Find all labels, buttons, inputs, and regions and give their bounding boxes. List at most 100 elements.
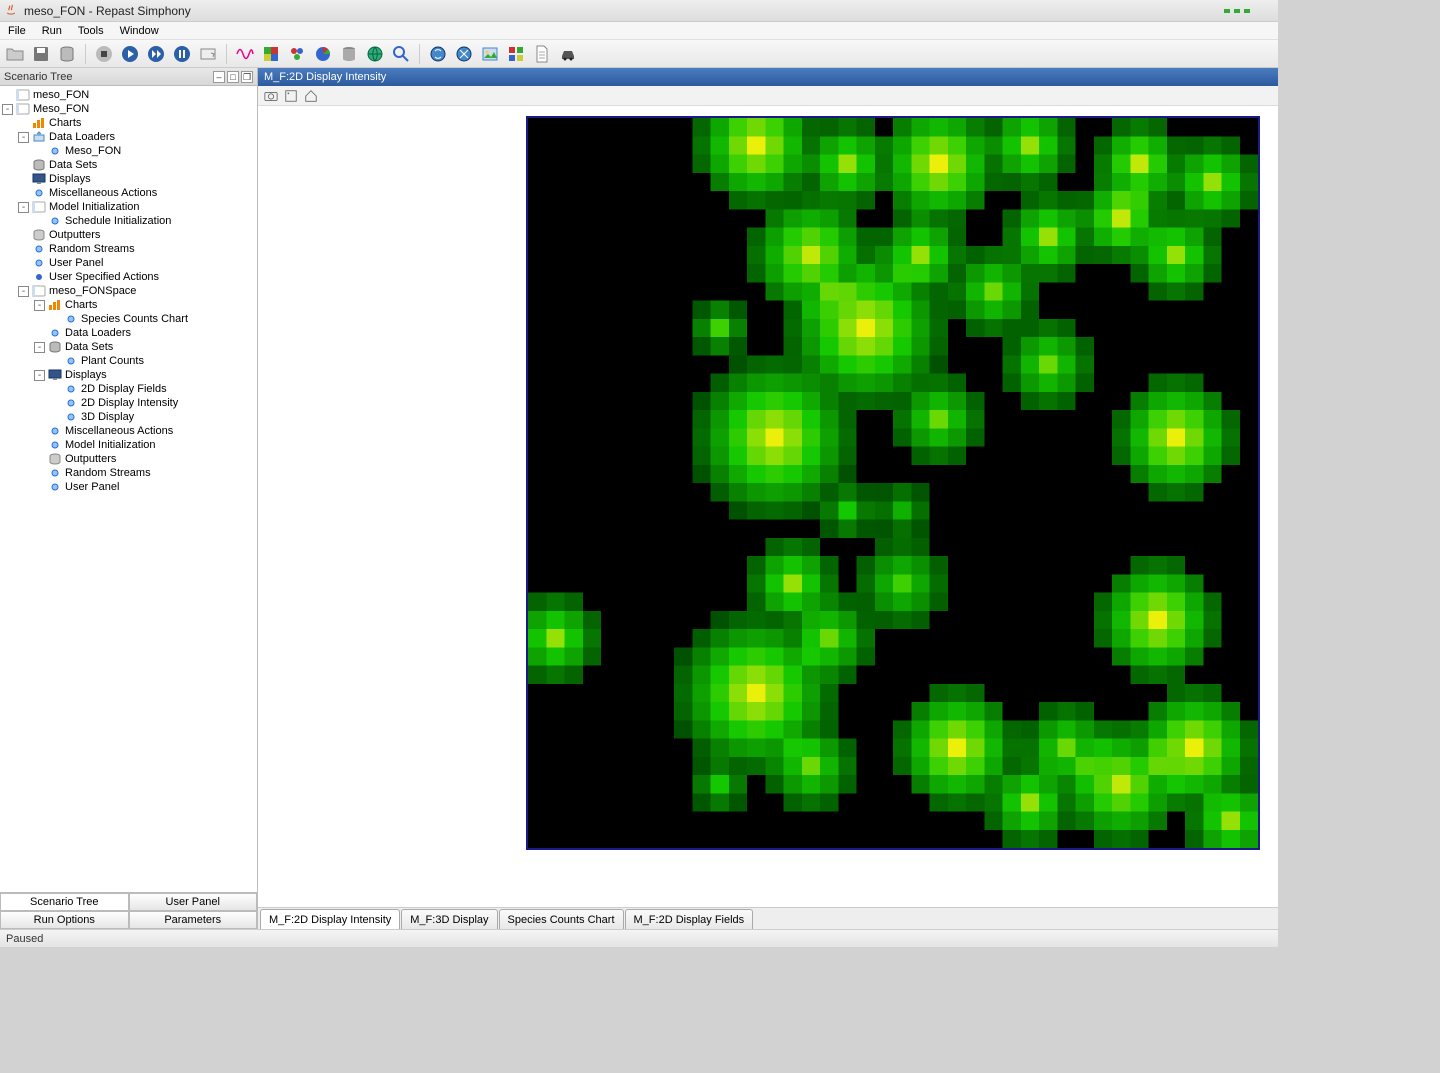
tree-dotblue-icon: [32, 271, 46, 283]
database-icon[interactable]: [56, 43, 78, 65]
tree-node[interactable]: Random Streams: [2, 242, 255, 256]
tree-display-icon: [48, 369, 62, 381]
java-icon: [4, 4, 18, 18]
tree-node[interactable]: Plant Counts: [2, 354, 255, 368]
tree-toggle-icon[interactable]: -: [18, 132, 29, 143]
tree-node[interactable]: Model Initialization: [2, 438, 255, 452]
left-tab-bar: Scenario Tree User Panel Run Options Par…: [0, 892, 257, 929]
pane-restore-icon[interactable]: □: [227, 71, 239, 83]
menu-run[interactable]: Run: [38, 24, 66, 38]
menu-file[interactable]: File: [4, 24, 30, 38]
tree-node[interactable]: 3D Display: [2, 410, 255, 424]
pause-icon[interactable]: [171, 43, 193, 65]
tree-dot-icon: [64, 313, 78, 325]
tree-node[interactable]: Outputters: [2, 228, 255, 242]
tree-node[interactable]: Meso_FON: [2, 144, 255, 158]
snapshot-icon[interactable]: [284, 89, 298, 103]
pane-maximize-icon[interactable]: ❐: [241, 71, 253, 83]
globe-icon[interactable]: [364, 43, 386, 65]
tree-node[interactable]: User Panel: [2, 256, 255, 270]
tree-out-icon: [32, 229, 46, 241]
tree-label: Meso_FON: [65, 144, 121, 158]
tree-node[interactable]: Data Sets: [2, 158, 255, 172]
tree-label: User Panel: [65, 480, 119, 494]
tree-node[interactable]: -Data Sets: [2, 340, 255, 354]
camera-icon[interactable]: [264, 89, 278, 103]
wave-icon[interactable]: [234, 43, 256, 65]
stop-icon[interactable]: [93, 43, 115, 65]
refresh-globe-icon[interactable]: [427, 43, 449, 65]
car-icon[interactable]: [557, 43, 579, 65]
tree-toggle-icon[interactable]: -: [34, 370, 45, 381]
tab-2d-intensity[interactable]: M_F:2D Display Intensity: [260, 909, 400, 929]
step-icon[interactable]: [145, 43, 167, 65]
tree-node[interactable]: -Charts: [2, 298, 255, 312]
tree-label: Charts: [49, 116, 81, 130]
image-icon[interactable]: [479, 43, 501, 65]
tree-node[interactable]: Data Loaders: [2, 326, 255, 340]
globe-alt-icon[interactable]: [453, 43, 475, 65]
tree-node[interactable]: Miscellaneous Actions: [2, 186, 255, 200]
tree-label: Model Initialization: [49, 200, 140, 214]
tree-node[interactable]: -Data Loaders: [2, 130, 255, 144]
tree-node[interactable]: User Specified Actions: [2, 270, 255, 284]
tree-toggle-icon[interactable]: -: [34, 300, 45, 311]
tree-toggle-icon[interactable]: -: [18, 202, 29, 213]
tree-toggle-icon[interactable]: -: [34, 342, 45, 353]
tree-node[interactable]: -meso_FONSpace: [2, 284, 255, 298]
pane-minimize-icon[interactable]: –: [213, 71, 225, 83]
tree-label: Random Streams: [49, 242, 135, 256]
tab-species-counts[interactable]: Species Counts Chart: [499, 909, 624, 929]
pie-icon[interactable]: [312, 43, 334, 65]
tab-user-panel[interactable]: User Panel: [129, 893, 258, 911]
scenario-tree-pane: Scenario Tree – □ ❐ meso_FON-Meso_FONCha…: [0, 68, 258, 929]
folder-open-icon[interactable]: [4, 43, 26, 65]
tree-toggle-icon[interactable]: -: [2, 104, 13, 115]
tree-node[interactable]: Miscellaneous Actions: [2, 424, 255, 438]
tab-3d-display[interactable]: M_F:3D Display: [401, 909, 497, 929]
tree-dot-icon: [48, 481, 62, 493]
tree-dot-icon: [48, 425, 62, 437]
tree-node[interactable]: Charts: [2, 116, 255, 130]
tree-node[interactable]: 2D Display Intensity: [2, 396, 255, 410]
tree-node[interactable]: Schedule Initialization: [2, 214, 255, 228]
statusbar: Paused: [0, 929, 1278, 947]
tree-node[interactable]: -Meso_FON: [2, 102, 255, 116]
tree-node[interactable]: - Model Initialization: [2, 200, 255, 214]
intensity-display[interactable]: [526, 116, 1260, 850]
doc-icon[interactable]: [531, 43, 553, 65]
tree-node[interactable]: -Displays: [2, 368, 255, 382]
menubar: File Run Tools Window: [0, 22, 1278, 40]
agents-icon[interactable]: [286, 43, 308, 65]
toolbar: [0, 40, 1278, 68]
zoom-icon[interactable]: [390, 43, 412, 65]
display-tab-bar: M_F:2D Display Intensity M_F:3D Display …: [258, 907, 1278, 929]
tree-node[interactable]: meso_FON: [2, 88, 255, 102]
tree-label: Miscellaneous Actions: [65, 424, 173, 438]
tree-book-icon: [16, 103, 30, 115]
home-icon[interactable]: [304, 89, 318, 103]
tree-node[interactable]: User Panel: [2, 480, 255, 494]
tree-label: 2D Display Intensity: [81, 396, 178, 410]
cylinder-icon[interactable]: [338, 43, 360, 65]
menu-window[interactable]: Window: [116, 24, 163, 38]
tree-node[interactable]: Species Counts Chart: [2, 312, 255, 326]
tree-node[interactable]: Outputters: [2, 452, 255, 466]
reset-icon[interactable]: [197, 43, 219, 65]
tab-parameters[interactable]: Parameters: [129, 911, 258, 929]
tree-node[interactable]: Displays: [2, 172, 255, 186]
play-icon[interactable]: [119, 43, 141, 65]
layers-icon[interactable]: [260, 43, 282, 65]
display-area: [258, 106, 1278, 907]
tab-2d-fields[interactable]: M_F:2D Display Fields: [625, 909, 754, 929]
tab-scenario-tree[interactable]: Scenario Tree: [0, 893, 129, 911]
tree-loader-icon: [32, 131, 46, 143]
tree-node[interactable]: Random Streams: [2, 466, 255, 480]
mosaic-icon[interactable]: [505, 43, 527, 65]
menu-tools[interactable]: Tools: [74, 24, 108, 38]
tree-node[interactable]: 2D Display Fields: [2, 382, 255, 396]
tab-run-options[interactable]: Run Options: [0, 911, 129, 929]
save-icon[interactable]: [30, 43, 52, 65]
tree-toggle-icon[interactable]: -: [18, 286, 29, 297]
scenario-tree[interactable]: meso_FON-Meso_FONCharts-Data LoadersMeso…: [0, 86, 257, 892]
